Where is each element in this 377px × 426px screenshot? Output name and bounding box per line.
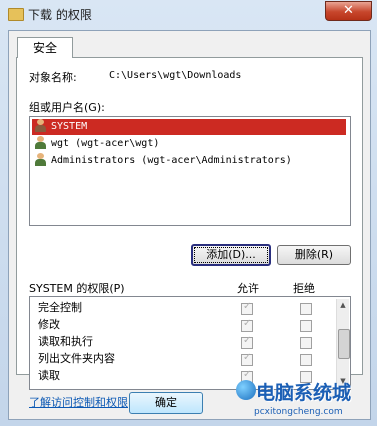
- principal-name: Administrators (wgt-acer\Administrators): [51, 155, 292, 166]
- list-item[interactable]: wgt (wgt-acer\wgt): [32, 136, 346, 152]
- deny-header: 拒绝: [293, 282, 315, 295]
- allow-checkbox[interactable]: [241, 318, 253, 332]
- window-title: 下载 的权限: [28, 8, 92, 22]
- dialog-client: 安全 对象名称: C:\Users\wgt\Downloads 组或用户名(G)…: [8, 30, 371, 420]
- permission-row: 读取和执行: [38, 334, 93, 350]
- principals-list[interactable]: SYSTEM wgt (wgt-acer\wgt) Administrators…: [29, 116, 351, 226]
- scroll-thumb[interactable]: [338, 329, 350, 359]
- tab-security[interactable]: 安全: [17, 37, 73, 58]
- allow-header: 允许: [237, 282, 259, 295]
- principal-name: wgt (wgt-acer\wgt): [51, 138, 160, 149]
- folder-icon: [8, 8, 24, 21]
- remove-button[interactable]: 删除(R): [277, 245, 351, 265]
- allow-checkbox[interactable]: [241, 335, 253, 349]
- permission-row: 列出文件夹内容: [38, 351, 115, 367]
- ok-button[interactable]: 确定: [129, 392, 203, 414]
- user-group-icon: [34, 153, 47, 166]
- principals-label: 组或用户名(G):: [29, 101, 105, 114]
- permission-name: 修改: [38, 318, 60, 331]
- permission-name: 列出文件夹内容: [38, 352, 115, 365]
- principal-name: SYSTEM: [51, 121, 88, 132]
- deny-checkbox[interactable]: [300, 320, 312, 332]
- watermark-logo-icon: [236, 380, 256, 400]
- access-control-help-link[interactable]: 了解访问控制和权限: [29, 394, 128, 410]
- deny-checkbox[interactable]: [300, 303, 312, 315]
- watermark-text: 电脑系统城: [256, 382, 352, 404]
- deny-checkbox[interactable]: [300, 354, 312, 366]
- security-panel: 对象名称: C:\Users\wgt\Downloads 组或用户名(G): S…: [16, 57, 363, 409]
- list-item[interactable]: Administrators (wgt-acer\Administrators): [32, 153, 346, 169]
- close-button[interactable]: ✕: [325, 1, 372, 21]
- permission-name: 读取和执行: [38, 335, 93, 348]
- permission-row: 修改: [38, 317, 60, 333]
- title-bar[interactable]: 下载 的权限 ✕: [0, 0, 377, 28]
- deny-checkbox[interactable]: [300, 337, 312, 349]
- permissions-scrollbar[interactable]: ▲ ▼: [336, 299, 350, 387]
- permissions-header: SYSTEM 的权限(P): [29, 282, 125, 295]
- object-path: C:\Users\wgt\Downloads: [109, 70, 242, 81]
- allow-checkbox[interactable]: [241, 301, 253, 315]
- add-button[interactable]: 添加(D)...: [191, 244, 271, 266]
- permission-row: 完全控制: [38, 300, 82, 316]
- watermark: 电脑系统城 pcxitongcheng.com: [236, 378, 376, 424]
- list-item[interactable]: SYSTEM: [32, 119, 346, 135]
- permission-name: 完全控制: [38, 301, 82, 314]
- allow-checkbox[interactable]: [241, 352, 253, 366]
- permissions-list: 完全控制 修改 读取和执行 列出文件夹内容 读取 ▲ ▼: [29, 296, 351, 390]
- dialog-window: 下载 的权限 ✕ 安全 对象名称: C:\Users\wgt\Downloads…: [0, 0, 377, 426]
- watermark-url: pcxitongcheng.com: [254, 407, 343, 417]
- permission-name: 读取: [38, 369, 60, 382]
- scroll-up-icon[interactable]: ▲: [337, 299, 349, 311]
- user-group-icon: [34, 119, 47, 132]
- user-icon: [34, 136, 47, 149]
- object-name-label: 对象名称:: [29, 71, 77, 84]
- permission-row: 读取: [38, 368, 60, 384]
